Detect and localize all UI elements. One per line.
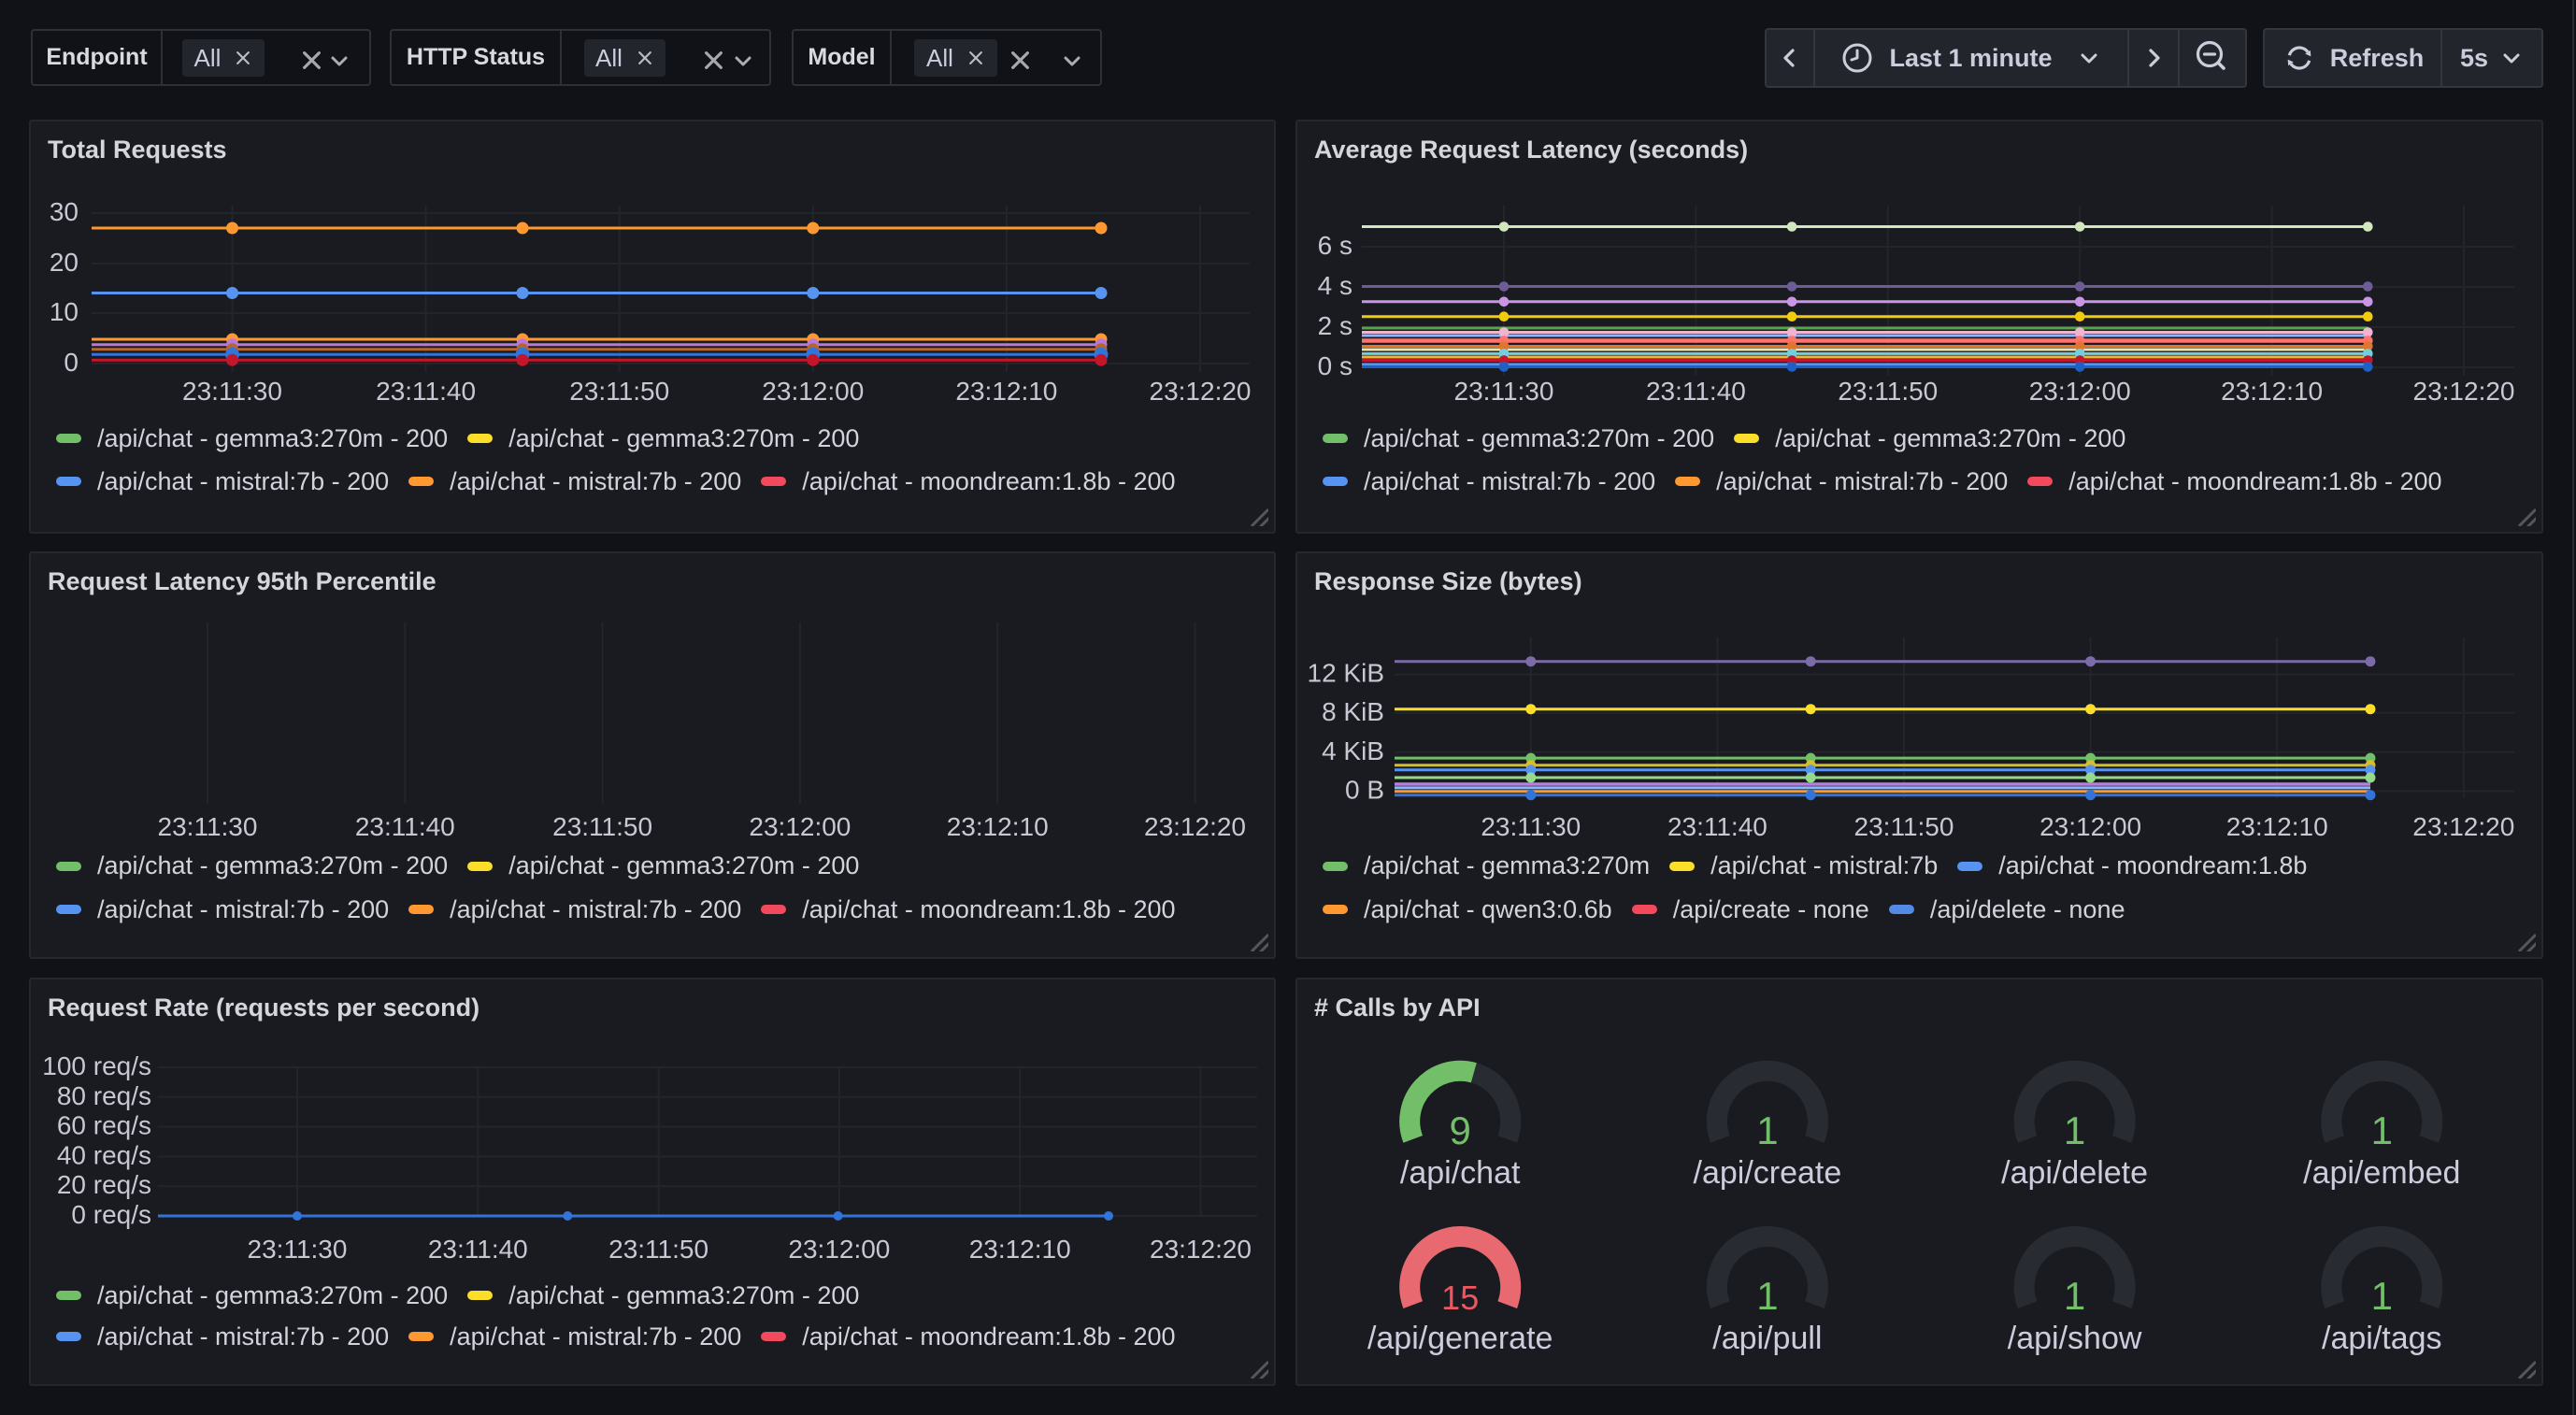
svg-text:15: 15 <box>1441 1279 1479 1317</box>
svg-text:20 req/s: 20 req/s <box>57 1170 151 1199</box>
svg-text:23:11:30: 23:11:30 <box>248 1235 348 1264</box>
svg-text:23:11:50: 23:11:50 <box>552 812 652 841</box>
svg-text:23:11:40: 23:11:40 <box>1646 377 1746 406</box>
svg-text:/api/create: /api/create <box>1694 1155 1842 1191</box>
svg-text:23:12:00: 23:12:00 <box>2039 812 2141 841</box>
svg-text:23:12:20: 23:12:20 <box>1150 1235 1252 1264</box>
svg-text:23:11:30: 23:11:30 <box>1481 812 1581 841</box>
svg-text:60 req/s: 60 req/s <box>57 1111 151 1140</box>
svg-text:23:12:00: 23:12:00 <box>762 377 864 406</box>
svg-text:/api/chat: /api/chat <box>1400 1155 1521 1191</box>
svg-text:80 req/s: 80 req/s <box>57 1081 151 1110</box>
svg-text:23:11:50: 23:11:50 <box>1854 812 1954 841</box>
svg-text:23:12:10: 23:12:10 <box>969 1235 1071 1264</box>
svg-text:/api/pull: /api/pull <box>1712 1321 1822 1356</box>
svg-text:2 s: 2 s <box>1318 311 1352 340</box>
svg-text:12 KiB: 12 KiB <box>1308 659 1385 688</box>
svg-text:23:12:00: 23:12:00 <box>749 812 851 841</box>
svg-text:23:11:40: 23:11:40 <box>428 1235 528 1264</box>
svg-text:23:11:50: 23:11:50 <box>569 377 669 406</box>
svg-text:23:11:30: 23:11:30 <box>158 812 258 841</box>
svg-text:23:11:50: 23:11:50 <box>1838 377 1938 406</box>
svg-text:0: 0 <box>64 348 79 377</box>
svg-text:23:12:10: 23:12:10 <box>947 812 1049 841</box>
svg-text:23:12:20: 23:12:20 <box>2413 377 2515 406</box>
svg-text:30: 30 <box>50 197 79 226</box>
svg-text:23:12:00: 23:12:00 <box>2029 377 2131 406</box>
svg-text:23:12:20: 23:12:20 <box>1144 812 1246 841</box>
svg-text:23:12:10: 23:12:10 <box>2226 812 2328 841</box>
svg-text:/api/embed: /api/embed <box>2303 1155 2460 1191</box>
svg-text:0 B: 0 B <box>1345 776 1384 805</box>
svg-text:1: 1 <box>2371 1108 2393 1152</box>
svg-text:40 req/s: 40 req/s <box>57 1140 151 1169</box>
svg-text:1: 1 <box>2064 1108 2085 1152</box>
svg-text:100 req/s: 100 req/s <box>42 1051 151 1080</box>
svg-text:/api/tags: /api/tags <box>2322 1321 2442 1356</box>
svg-text:23:11:30: 23:11:30 <box>1454 377 1554 406</box>
svg-text:0 s: 0 s <box>1318 351 1352 380</box>
svg-text:4 s: 4 s <box>1318 271 1352 300</box>
svg-text:1: 1 <box>2371 1274 2393 1318</box>
svg-text:1: 1 <box>1756 1274 1778 1318</box>
svg-text:23:11:30: 23:11:30 <box>182 377 282 406</box>
svg-text:23:11:40: 23:11:40 <box>376 377 476 406</box>
svg-text:23:12:10: 23:12:10 <box>2221 377 2323 406</box>
svg-text:/api/show: /api/show <box>2008 1321 2142 1356</box>
svg-text:23:12:20: 23:12:20 <box>1150 377 1252 406</box>
svg-text:/api/generate: /api/generate <box>1367 1321 1553 1356</box>
svg-text:6 s: 6 s <box>1318 231 1352 260</box>
svg-text:1: 1 <box>1756 1108 1778 1152</box>
svg-text:4 KiB: 4 KiB <box>1322 736 1384 765</box>
svg-text:0 req/s: 0 req/s <box>71 1200 151 1229</box>
svg-text:9: 9 <box>1450 1108 1471 1152</box>
svg-text:23:12:00: 23:12:00 <box>788 1235 890 1264</box>
svg-text:23:11:40: 23:11:40 <box>355 812 455 841</box>
svg-text:23:11:40: 23:11:40 <box>1667 812 1767 841</box>
svg-text:10: 10 <box>50 297 79 326</box>
svg-text:1: 1 <box>2064 1274 2085 1318</box>
svg-text:23:11:50: 23:11:50 <box>608 1235 708 1264</box>
svg-text:23:12:20: 23:12:20 <box>2412 812 2514 841</box>
svg-text:/api/delete: /api/delete <box>2001 1155 2148 1191</box>
svg-text:8 KiB: 8 KiB <box>1322 697 1384 726</box>
svg-text:23:12:10: 23:12:10 <box>955 377 1057 406</box>
svg-text:20: 20 <box>50 248 79 277</box>
